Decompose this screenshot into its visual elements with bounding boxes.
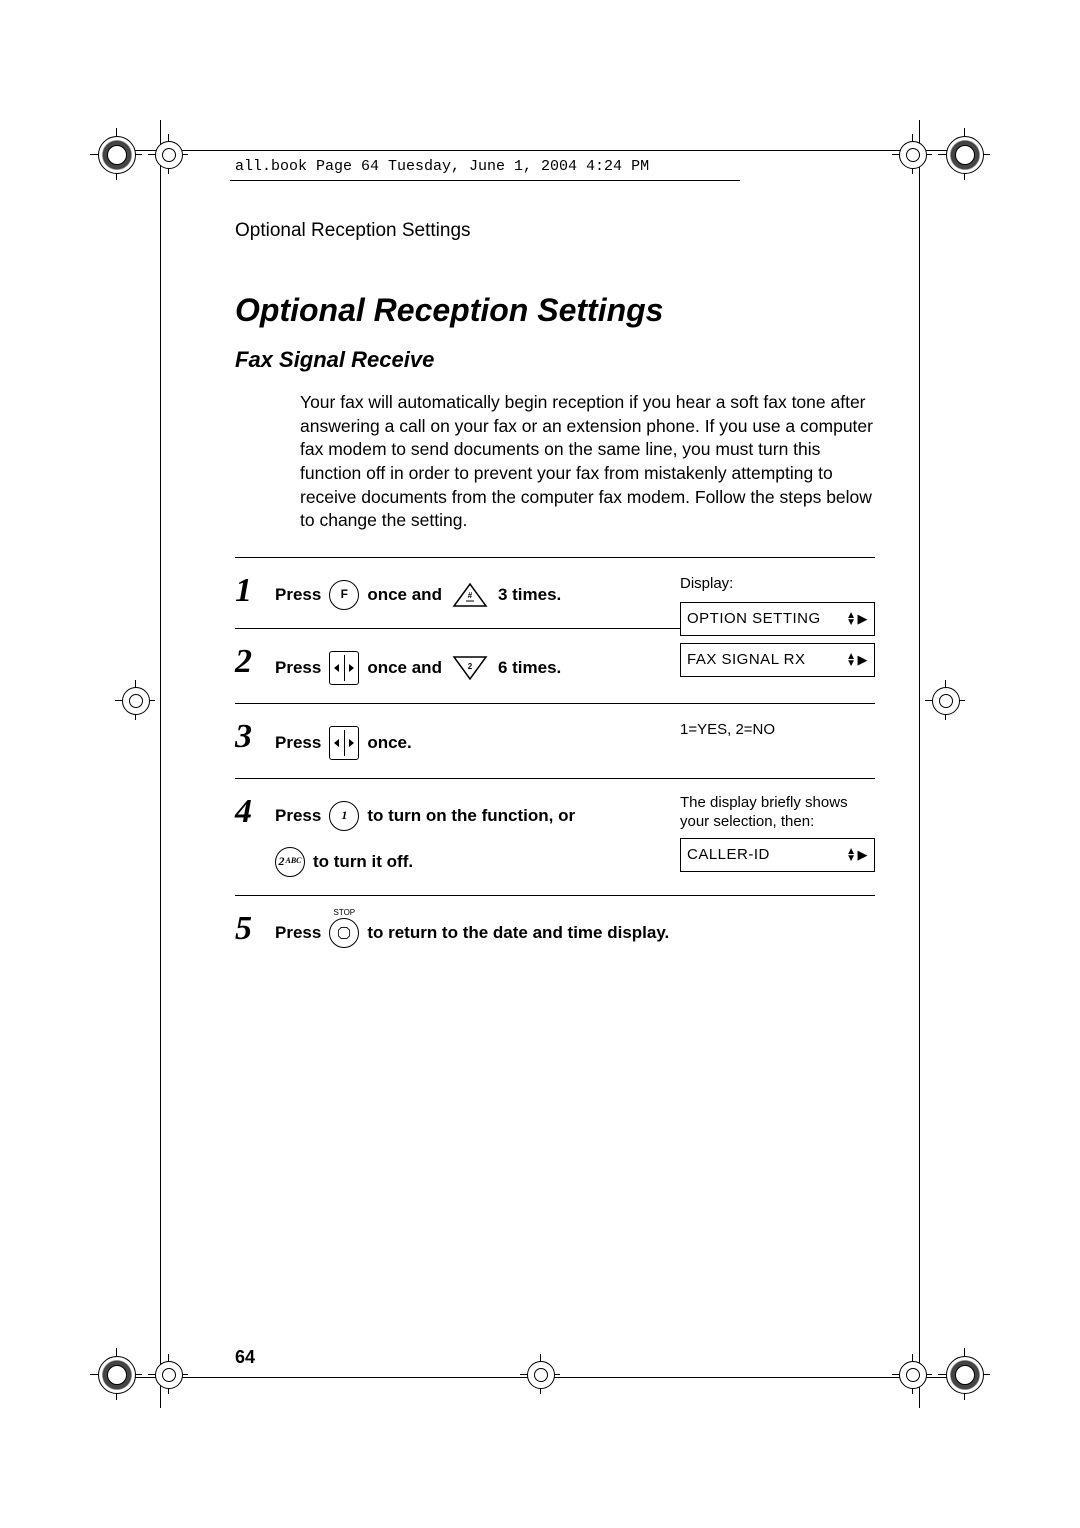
intro-paragraph: Your fax will automatically begin recept…: [300, 391, 875, 533]
display-column: Display: OPTION SETTING ▲▼▶: [680, 572, 875, 636]
step-row: 4 Press 1 to turn on the function, or 2A…: [235, 793, 875, 895]
display-column: FAX SIGNAL RX ▲▼▶: [680, 643, 875, 677]
step-text: to turn on the function, or: [367, 802, 575, 829]
registration-mark-icon: [938, 1348, 990, 1400]
step-number: 2: [235, 645, 275, 679]
crop-mark-top: [130, 150, 950, 151]
doc-meta-rule: [230, 180, 740, 181]
page-title: Optional Reception Settings: [235, 292, 875, 329]
lcd-text: CALLER-ID: [687, 843, 770, 867]
lcd-display: CALLER-ID ▲▼▶: [680, 838, 875, 872]
key-stop-label: STOP: [334, 907, 356, 920]
svg-text:#: #: [468, 591, 473, 600]
step-text: once.: [367, 729, 411, 756]
step-row: 2 Press once and 2 6 times. FAX SIGNAL R…: [235, 643, 875, 703]
steps-list: 1 Press F once and # 3 times. Display: O…: [235, 557, 875, 966]
registration-mark-icon: [148, 134, 188, 174]
crop-mark-right: [919, 120, 920, 1408]
lcd-arrows-icon: ▲▼▶: [846, 612, 868, 626]
step-body: Press 1 to turn on the function, or 2ABC…: [275, 793, 875, 877]
running-head: Optional Reception Settings: [235, 220, 875, 242]
step-text: Press: [275, 654, 321, 681]
step-text: Press: [275, 581, 321, 608]
lcd-arrows-icon: ▲▼▶: [846, 653, 868, 667]
divider: [235, 895, 875, 896]
lcd-text: FAX SIGNAL RX: [687, 648, 805, 672]
key-sublabel: ABC: [285, 855, 301, 868]
display-label: Display:: [680, 572, 875, 596]
key-arrow-up-icon: #: [450, 582, 490, 608]
key-f-icon: F: [329, 580, 359, 610]
step-number: 1: [235, 574, 275, 608]
key-stop-icon: STOP: [329, 918, 359, 948]
divider: [235, 778, 875, 779]
step-text: to return to the date and time display.: [367, 919, 669, 946]
key-2-icon: 2ABC: [275, 847, 305, 877]
registration-mark-icon: [90, 1348, 142, 1400]
step-row: 1 Press F once and # 3 times. Display: O…: [235, 572, 875, 628]
display-text: 1=YES, 2=NO: [680, 718, 875, 742]
lcd-display: FAX SIGNAL RX ▲▼▶: [680, 643, 875, 677]
step-number: 4: [235, 795, 275, 829]
key-book-icon: [329, 726, 359, 760]
display-column: The display briefly shows your selection…: [680, 793, 875, 872]
lcd-text: OPTION SETTING: [687, 607, 821, 631]
key-book-icon: [329, 651, 359, 685]
step-row: 5 Press STOP to return to the date and t…: [235, 910, 875, 966]
registration-mark-icon: [115, 680, 155, 720]
doc-meta-header: all.book Page 64 Tuesday, June 1, 2004 4…: [235, 158, 649, 175]
step-body: Press F once and # 3 times. Display: OPT…: [275, 572, 875, 610]
key-1-icon: 1: [329, 801, 359, 831]
step-body: Press once and 2 6 times. FAX SIGNAL RX …: [275, 643, 875, 685]
crop-mark-left: [160, 120, 161, 1408]
step-text: 6 times.: [498, 654, 561, 681]
step-row: 3 Press once. 1=YES, 2=NO: [235, 718, 875, 778]
step-number: 5: [235, 912, 275, 946]
step-body: Press once. 1=YES, 2=NO: [275, 718, 875, 760]
step-number: 3: [235, 720, 275, 754]
step-text: Press: [275, 729, 321, 756]
registration-mark-icon: [925, 680, 965, 720]
key-arrow-down-icon: 2: [450, 655, 490, 681]
registration-mark-icon: [892, 134, 932, 174]
step-text: to turn it off.: [313, 848, 413, 875]
registration-mark-icon: [148, 1354, 188, 1394]
registration-mark-icon: [938, 128, 990, 180]
lcd-display: OPTION SETTING ▲▼▶: [680, 602, 875, 636]
divider: [235, 703, 875, 704]
page-number: 64: [235, 1347, 255, 1368]
registration-mark-icon: [90, 128, 142, 180]
page-content: Optional Reception Settings Optional Rec…: [235, 220, 875, 1378]
svg-text:2: 2: [468, 662, 473, 671]
display-note: The display briefly shows your selection…: [680, 793, 875, 832]
key-label: 2: [278, 852, 284, 871]
step-body: Press STOP to return to the date and tim…: [275, 910, 875, 948]
lcd-arrows-icon: ▲▼▶: [846, 848, 868, 862]
step-text: 3 times.: [498, 581, 561, 608]
display-column: 1=YES, 2=NO: [680, 718, 875, 742]
step-text: once and: [367, 581, 442, 608]
divider: [235, 557, 875, 558]
step-text: once and: [367, 654, 442, 681]
registration-mark-icon: [892, 1354, 932, 1394]
section-subtitle: Fax Signal Receive: [235, 347, 875, 373]
step-text: Press: [275, 802, 321, 829]
step-text: Press: [275, 919, 321, 946]
